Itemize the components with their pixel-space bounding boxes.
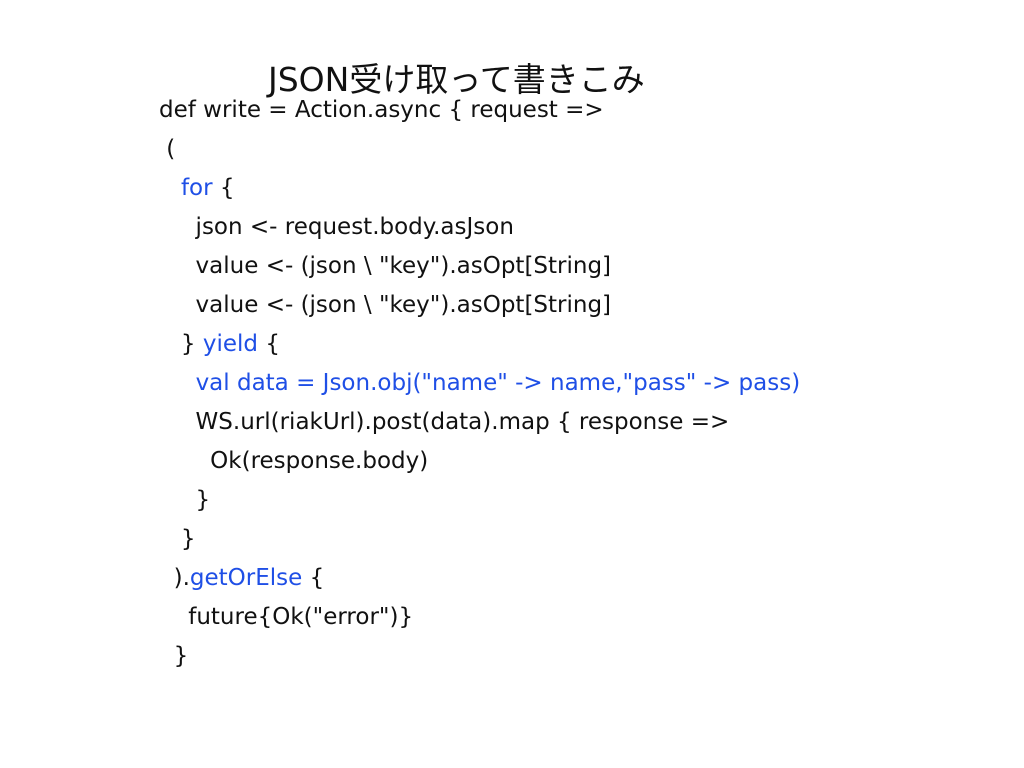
code-keyword: yield (202, 331, 259, 357)
code-line: val data = Json.obj("name" -> name,"pass… (159, 364, 979, 403)
code-text: value <- (json \ "key").asOpt[String] (159, 292, 612, 318)
code-line: value <- (json \ "key").asOpt[String] (159, 286, 979, 325)
code-text: ( (159, 136, 176, 162)
code-text: } (159, 643, 189, 669)
code-line: } yield { (159, 325, 979, 364)
code-line: ).getOrElse { (159, 559, 979, 598)
code-line: future{Ok("error")} (159, 598, 979, 637)
code-text: { (258, 331, 280, 357)
code-text: ). (159, 565, 190, 591)
code-line: } (159, 520, 979, 559)
code-line: } (159, 481, 979, 520)
code-line: } (159, 637, 979, 676)
code-text: value <- (json \ "key").asOpt[String] (159, 253, 612, 279)
code-line: for { (159, 169, 979, 208)
code-text: json <- request.body.asJson (159, 214, 514, 240)
code-text: { (302, 565, 325, 591)
code-keyword: val data = Json.obj("name" -> name,"pass… (195, 370, 801, 396)
code-text: } (159, 487, 211, 513)
code-text: Ok(response.body) (159, 448, 429, 474)
code-keyword: getOrElse (189, 565, 303, 591)
code-line: def write = Action.async { request => (159, 91, 979, 130)
code-line: value <- (json \ "key").asOpt[String] (159, 247, 979, 286)
slide: JSON受け取って書きこみ def write = Action.async {… (0, 0, 1024, 768)
code-text: } (159, 526, 196, 552)
code-text: WS.url(riakUrl).post(data).map { respons… (159, 409, 730, 435)
code-text: def write = Action.async { request => (159, 97, 604, 123)
code-line: json <- request.body.asJson (159, 208, 979, 247)
code-line: Ok(response.body) (159, 442, 979, 481)
code-text: } (159, 331, 203, 357)
code-text: future{Ok("error")} (159, 604, 414, 630)
code-line: WS.url(riakUrl).post(data).map { respons… (159, 403, 979, 442)
code-keyword: for (180, 175, 213, 201)
code-block: def write = Action.async { request => ( … (159, 91, 979, 676)
code-line: ( (159, 130, 979, 169)
code-text: { (212, 175, 235, 201)
